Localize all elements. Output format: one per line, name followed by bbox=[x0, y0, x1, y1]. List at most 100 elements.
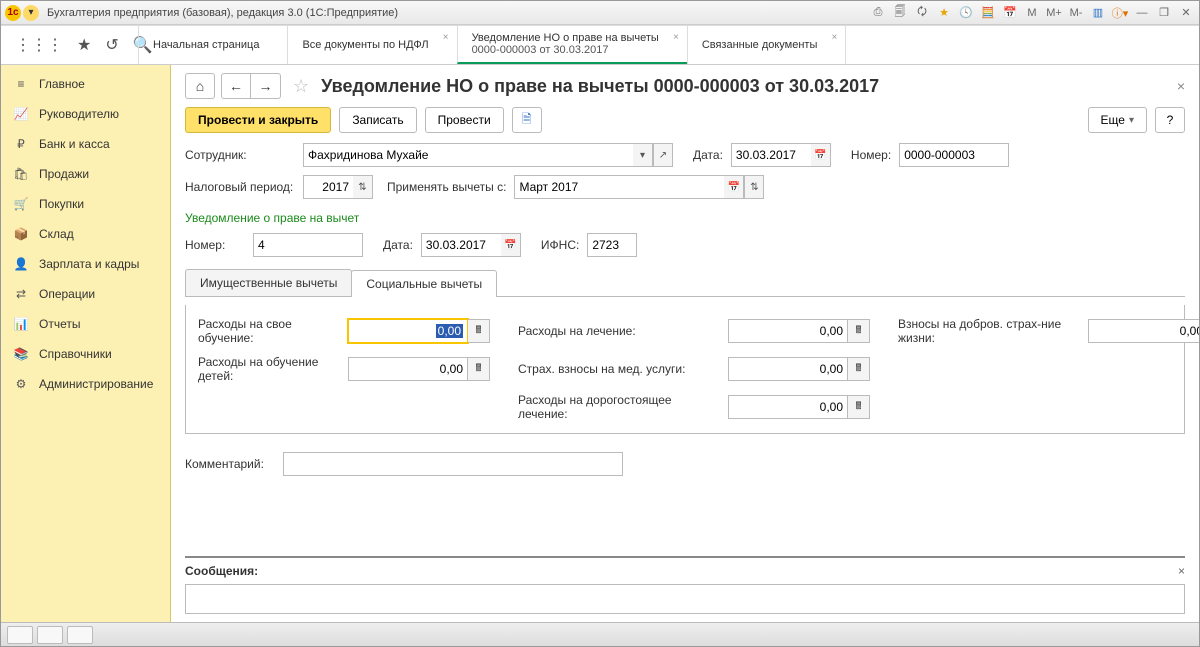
expensive-input[interactable] bbox=[728, 395, 848, 419]
page-close-icon[interactable]: × bbox=[1177, 78, 1185, 94]
post-button[interactable]: Провести bbox=[425, 107, 504, 133]
taskbar-button[interactable] bbox=[67, 626, 93, 644]
applyfrom-input[interactable] bbox=[514, 175, 724, 199]
tab-close-icon[interactable]: × bbox=[673, 32, 679, 43]
lifeins-input[interactable] bbox=[1088, 319, 1199, 343]
number-input[interactable] bbox=[899, 143, 1009, 167]
taskbar-button[interactable] bbox=[7, 626, 33, 644]
tab-ndfl-docs[interactable]: Все документы по НДФЛ × bbox=[287, 26, 457, 64]
self-edu-input[interactable]: 0,00 bbox=[348, 319, 468, 343]
date-label: Дата: bbox=[693, 148, 723, 162]
tab-social-deductions[interactable]: Социальные вычеты bbox=[351, 270, 497, 297]
star-icon[interactable]: ★ bbox=[77, 35, 91, 55]
toolbar-icon[interactable]: ⎙ bbox=[869, 5, 887, 21]
books-icon: 📚 bbox=[13, 347, 29, 361]
tab-close-icon[interactable]: × bbox=[443, 32, 449, 43]
comment-input[interactable] bbox=[283, 452, 623, 476]
sidebar-item-sales[interactable]: 🛍Продажи bbox=[1, 159, 170, 189]
taxperiod-input[interactable] bbox=[303, 175, 353, 199]
calc-icon[interactable]: 🖩 bbox=[848, 319, 870, 343]
employee-input[interactable] bbox=[303, 143, 633, 167]
app-icon: 1c bbox=[5, 5, 21, 21]
cart-icon: 🛒 bbox=[13, 197, 29, 211]
expensive-label: Расходы на дорогостоящее лечение: bbox=[518, 393, 718, 421]
calendar-icon[interactable]: 📅 bbox=[811, 143, 831, 167]
post-and-close-button[interactable]: Провести и закрыть bbox=[185, 107, 331, 133]
info-icon[interactable]: ⓘ▾ bbox=[1111, 5, 1129, 21]
maximize-icon[interactable]: ❐ bbox=[1155, 5, 1173, 21]
date-input[interactable] bbox=[731, 143, 811, 167]
dropdown-icon[interactable]: ▾ bbox=[23, 5, 39, 21]
favorite-star-icon[interactable]: ☆ bbox=[293, 76, 309, 97]
sidebar-item-bank[interactable]: ₽Банк и касса bbox=[1, 129, 170, 159]
sidebar-item-purchases[interactable]: 🛒 Покупки bbox=[1, 189, 170, 219]
calendar-icon[interactable]: 📅 bbox=[501, 233, 521, 257]
toolbar-icon[interactable]: 🗐 bbox=[891, 5, 909, 21]
calc-icon[interactable]: 🖩 bbox=[468, 319, 490, 343]
toolbar-icon[interactable]: 🕓 bbox=[957, 5, 975, 21]
docnum-label: Номер: bbox=[185, 238, 245, 252]
apps-icon[interactable]: ⋮⋮⋮ bbox=[15, 35, 63, 55]
treatment-label: Расходы на лечение: bbox=[518, 324, 718, 338]
sidebar-item-label: Покупки bbox=[39, 197, 84, 211]
calc-icon[interactable]: 🖩 bbox=[848, 395, 870, 419]
calendar-icon[interactable]: 📅 bbox=[1001, 5, 1019, 21]
open-ref-icon[interactable]: ↗ bbox=[653, 143, 673, 167]
sidebar-item-manager[interactable]: 📈Руководителю bbox=[1, 99, 170, 129]
sidebar-item-label: Справочники bbox=[39, 347, 112, 361]
spinner-icon[interactable]: ⇅ bbox=[353, 175, 373, 199]
tab-notification[interactable]: Уведомление НО о праве на вычеты 0000-00… bbox=[457, 26, 688, 64]
help-button[interactable]: ? bbox=[1155, 107, 1185, 133]
toolbar-icon[interactable]: 🗘 bbox=[913, 5, 931, 21]
history-icon[interactable]: ↺ bbox=[105, 35, 118, 55]
medins-input[interactable] bbox=[728, 357, 848, 381]
save-button[interactable]: Записать bbox=[339, 107, 416, 133]
sidebar-item-label: Администрирование bbox=[39, 377, 153, 391]
close-icon[interactable]: ✕ bbox=[1177, 5, 1195, 21]
page-title: Уведомление НО о праве на вычеты 0000-00… bbox=[321, 76, 879, 97]
child-edu-input[interactable] bbox=[348, 357, 468, 381]
ifns-input[interactable] bbox=[587, 233, 637, 257]
panels-icon[interactable]: ▥ bbox=[1089, 5, 1107, 21]
sidebar-item-hr[interactable]: 👤Зарплата и кадры bbox=[1, 249, 170, 279]
comment-label: Комментарий: bbox=[185, 457, 275, 471]
docdate-input[interactable] bbox=[421, 233, 501, 257]
tab-property-deductions[interactable]: Имущественные вычеты bbox=[185, 269, 352, 296]
tab-sublabel: 0000-000003 от 30.03.2017 bbox=[472, 44, 659, 56]
tab-related-docs[interactable]: Связанные документы × bbox=[687, 26, 847, 64]
calendar-icon[interactable]: 📅 bbox=[724, 175, 744, 199]
sidebar-item-operations[interactable]: ⇄Операции bbox=[1, 279, 170, 309]
taskbar-button[interactable] bbox=[37, 626, 63, 644]
m-plus-button[interactable]: M+ bbox=[1045, 5, 1063, 21]
sidebar-item-reports[interactable]: 📊Отчеты bbox=[1, 309, 170, 339]
m-button[interactable]: M bbox=[1023, 5, 1041, 21]
attachment-button[interactable]: 🗎 bbox=[512, 107, 542, 133]
treatment-input[interactable] bbox=[728, 319, 848, 343]
sidebar-item-refs[interactable]: 📚 Справочники bbox=[1, 339, 170, 369]
tab-home[interactable]: Начальная страница bbox=[138, 26, 288, 64]
messages-close-icon[interactable]: × bbox=[1178, 564, 1185, 578]
docnum-input[interactable] bbox=[253, 233, 363, 257]
back-button[interactable]: ← bbox=[221, 73, 251, 99]
favorite-icon[interactable]: ★ bbox=[935, 5, 953, 21]
sidebar-item-main[interactable]: ≡Главное bbox=[1, 69, 170, 99]
sidebar-item-label: Главное bbox=[39, 77, 85, 91]
number-label: Номер: bbox=[851, 148, 891, 162]
calculator-icon[interactable]: 🧮 bbox=[979, 5, 997, 21]
spinner-icon[interactable]: ⇅ bbox=[744, 175, 764, 199]
m-minus-button[interactable]: M- bbox=[1067, 5, 1085, 21]
calc-icon[interactable]: 🖩 bbox=[468, 357, 490, 381]
sidebar-item-warehouse[interactable]: 📦Склад bbox=[1, 219, 170, 249]
sidebar-item-label: Продажи bbox=[39, 167, 89, 181]
docdate-label: Дата: bbox=[383, 238, 413, 252]
tab-close-icon[interactable]: × bbox=[832, 32, 838, 43]
dropdown-icon[interactable]: ▾ bbox=[633, 143, 653, 167]
home-button[interactable]: ⌂ bbox=[185, 73, 215, 99]
forward-button[interactable]: → bbox=[251, 73, 281, 99]
minimize-icon[interactable]: — bbox=[1133, 5, 1151, 21]
more-button[interactable]: Еще bbox=[1088, 107, 1147, 133]
calc-icon[interactable]: 🖩 bbox=[848, 357, 870, 381]
tab-label: Все документы по НДФЛ bbox=[302, 39, 428, 51]
sidebar-item-admin[interactable]: ⚙Администрирование bbox=[1, 369, 170, 399]
window-title: Бухгалтерия предприятия (базовая), редак… bbox=[41, 7, 869, 19]
